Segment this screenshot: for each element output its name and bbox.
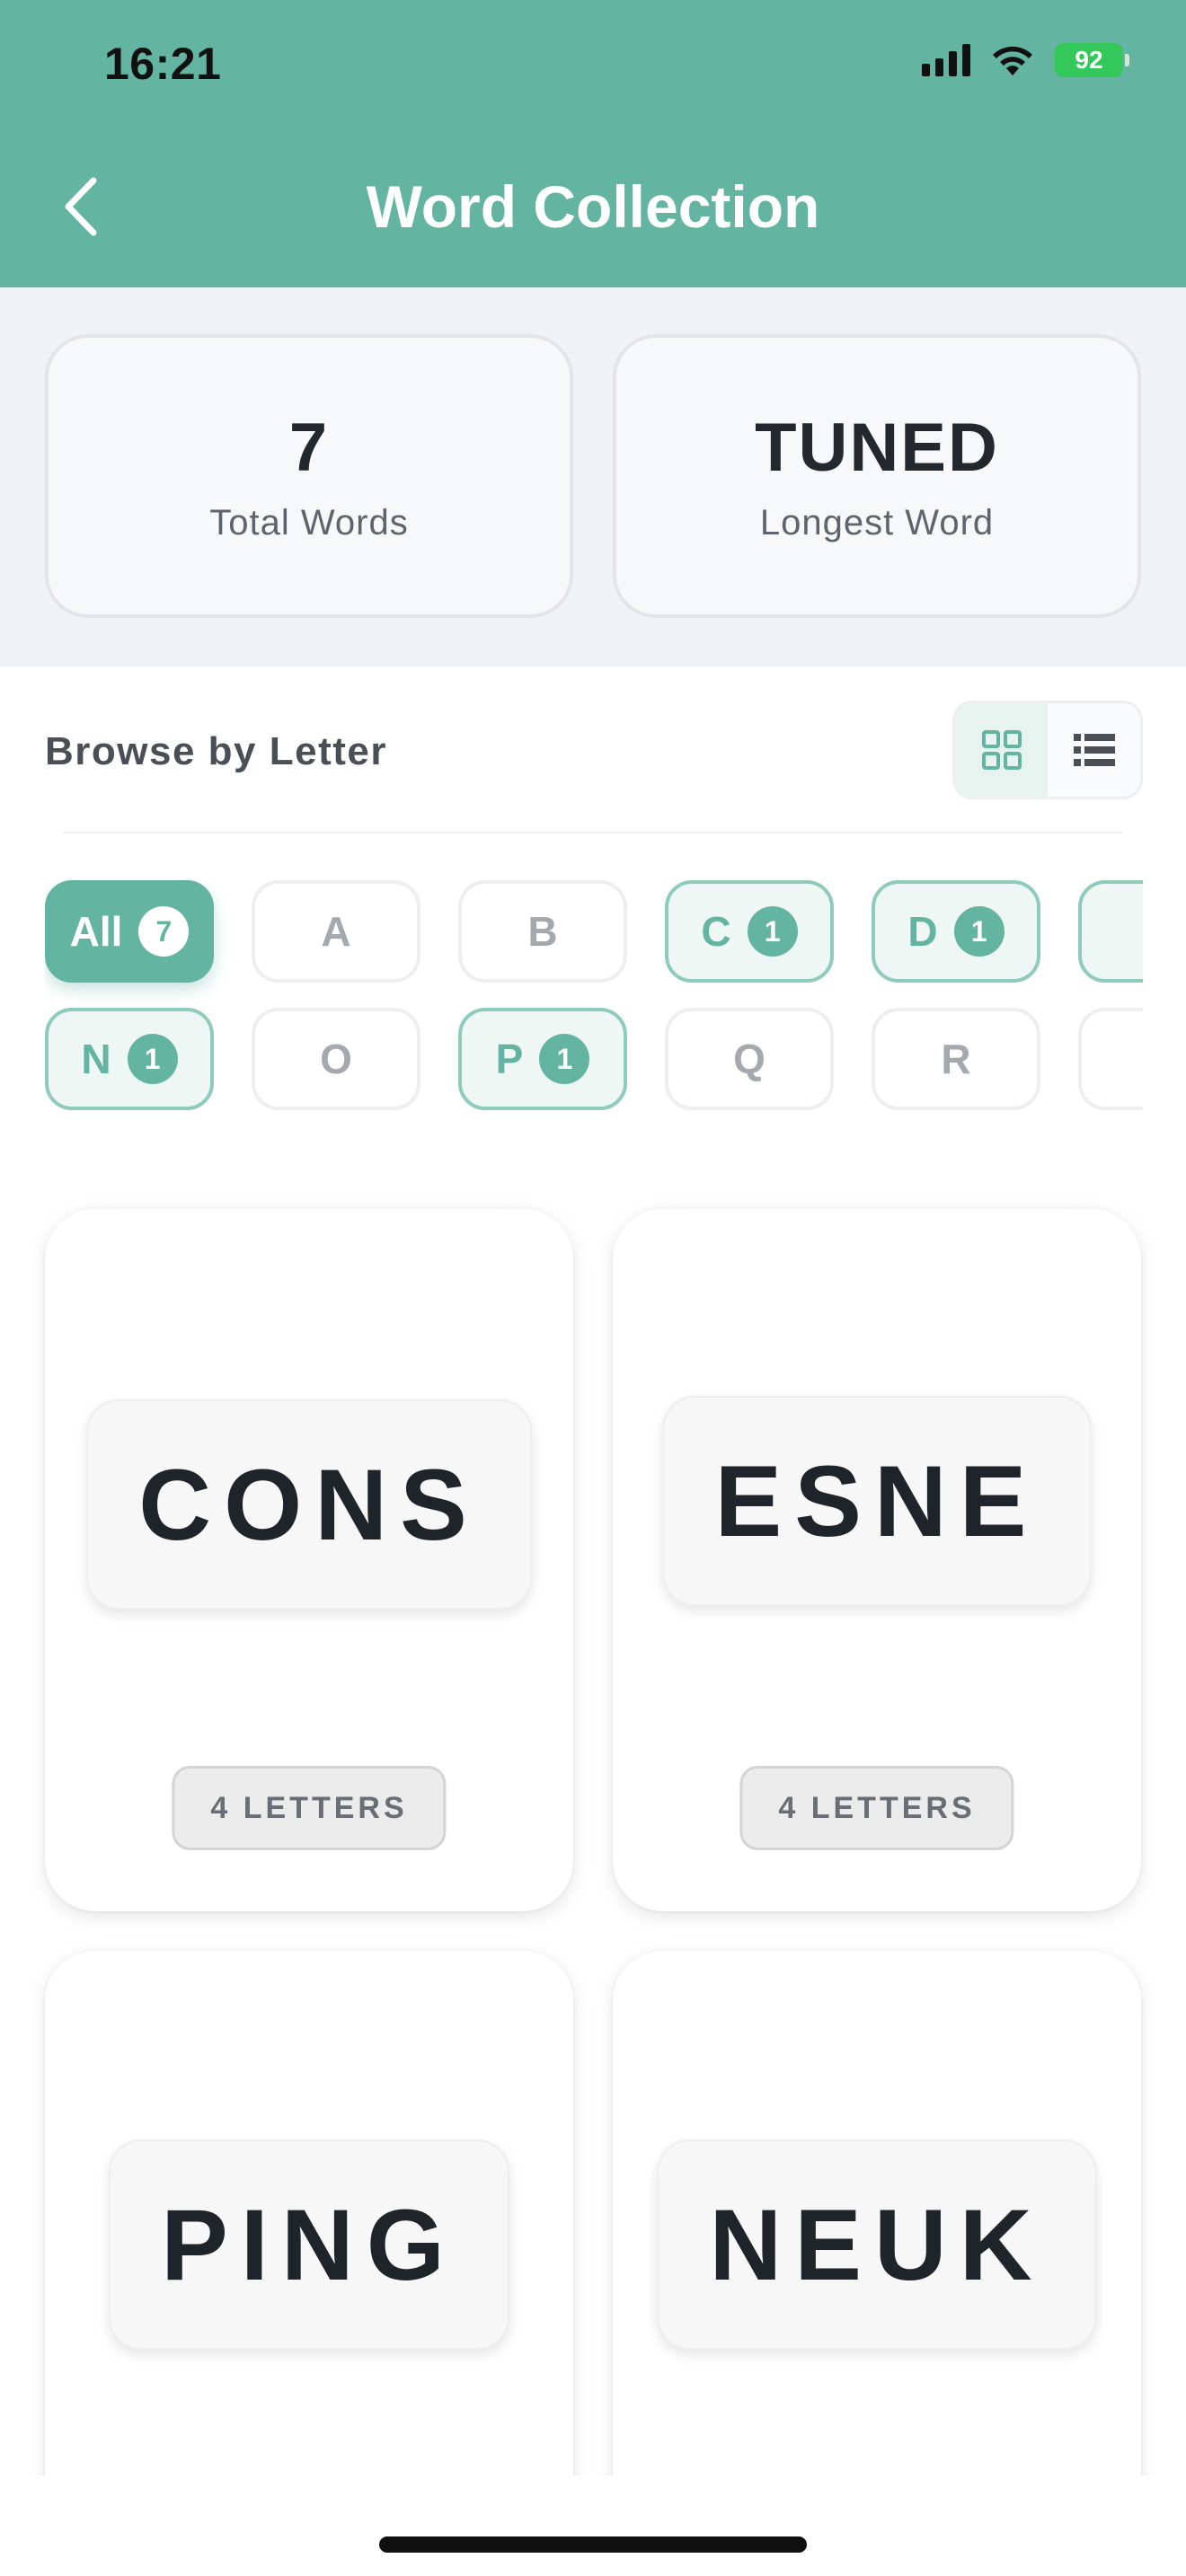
cellular-signal-icon — [922, 44, 970, 76]
stats-section: 7 Total Words TUNED Longest Word — [0, 287, 1186, 666]
chip-letter: C — [701, 908, 731, 955]
browse-header: Browse by Letter — [0, 666, 1186, 834]
screen: 16:21 92 Word Collection 7 Total Words T… — [0, 0, 1186, 2576]
chip-count: 1 — [953, 906, 1005, 957]
stat-value: 7 — [288, 410, 330, 486]
word-plate: CONS — [86, 1399, 532, 1610]
chip-letter: All — [69, 908, 123, 955]
letter-filter: All 7 A B C 1 D 1 E N 1 — [45, 880, 1143, 1114]
letter-chip-c[interactable]: C 1 — [665, 880, 834, 983]
status-icons: 92 — [922, 43, 1129, 77]
chip-letter: D — [907, 908, 938, 955]
status-time: 16:21 — [104, 39, 222, 89]
stat-label: Longest Word — [759, 503, 995, 543]
letter-chip-e[interactable]: E — [1078, 880, 1143, 983]
chip-count: 1 — [539, 1034, 590, 1084]
wifi-icon — [990, 43, 1035, 77]
letter-chip-o[interactable]: O — [252, 1008, 420, 1110]
word-plate: ESNE — [662, 1396, 1092, 1606]
letter-row: N 1 O P 1 Q R — [45, 1008, 1143, 1110]
chip-letter: A — [321, 908, 351, 955]
browse-title: Browse by Letter — [45, 729, 387, 773]
nav-header: 16:21 92 Word Collection — [0, 0, 1186, 287]
page-title: Word Collection — [366, 173, 820, 240]
word-plate: NEUK — [657, 2139, 1097, 2350]
bottom-safe-area — [0, 2475, 1186, 2576]
chip-count: 1 — [747, 906, 798, 957]
chip-letter: O — [320, 1036, 352, 1082]
stat-card-longest-word: TUNED Longest Word — [613, 334, 1141, 618]
stat-card-total-words: 7 Total Words — [45, 334, 573, 618]
view-toggle — [952, 701, 1143, 799]
letter-chip-d[interactable]: D 1 — [872, 880, 1040, 983]
letter-chip-all[interactable]: All 7 — [45, 880, 214, 983]
letter-chip-a[interactable]: A — [252, 880, 420, 983]
chip-letter: B — [527, 908, 558, 955]
stat-label: Total Words — [209, 503, 409, 543]
grid-icon — [981, 730, 1022, 770]
grid-view-button[interactable] — [955, 703, 1048, 797]
letter-chip-b[interactable]: B — [458, 880, 627, 983]
battery-level: 92 — [1075, 46, 1103, 74]
chip-letter: R — [941, 1036, 971, 1082]
letter-count-badge: 4 LETTERS — [739, 1766, 1014, 1850]
word-card[interactable]: CONS 4 LETTERS — [45, 1209, 573, 1911]
word-plate: PING — [109, 2139, 509, 2350]
battery-icon: 92 — [1055, 43, 1129, 77]
stat-value: TUNED — [755, 410, 999, 486]
chip-letter: P — [495, 1036, 524, 1082]
home-indicator[interactable] — [379, 2536, 807, 2553]
chip-count: 1 — [127, 1034, 178, 1084]
list-view-button[interactable] — [1048, 703, 1140, 797]
chip-count: 7 — [138, 906, 190, 957]
list-icon — [1073, 734, 1115, 766]
letter-chip-r[interactable]: R — [872, 1008, 1040, 1110]
letter-chip-q[interactable]: Q — [665, 1008, 834, 1110]
chip-letter: N — [81, 1036, 111, 1082]
letter-chip-p[interactable]: P 1 — [458, 1008, 627, 1110]
letter-count-badge: 4 LETTERS — [172, 1766, 447, 1850]
word-card[interactable]: ESNE 4 LETTERS — [613, 1209, 1141, 1911]
letter-chip-partial[interactable] — [1078, 1008, 1143, 1110]
divider — [63, 832, 1123, 834]
chip-letter: Q — [733, 1036, 766, 1082]
letter-chip-n[interactable]: N 1 — [45, 1008, 214, 1110]
letter-row: All 7 A B C 1 D 1 E — [45, 880, 1143, 983]
